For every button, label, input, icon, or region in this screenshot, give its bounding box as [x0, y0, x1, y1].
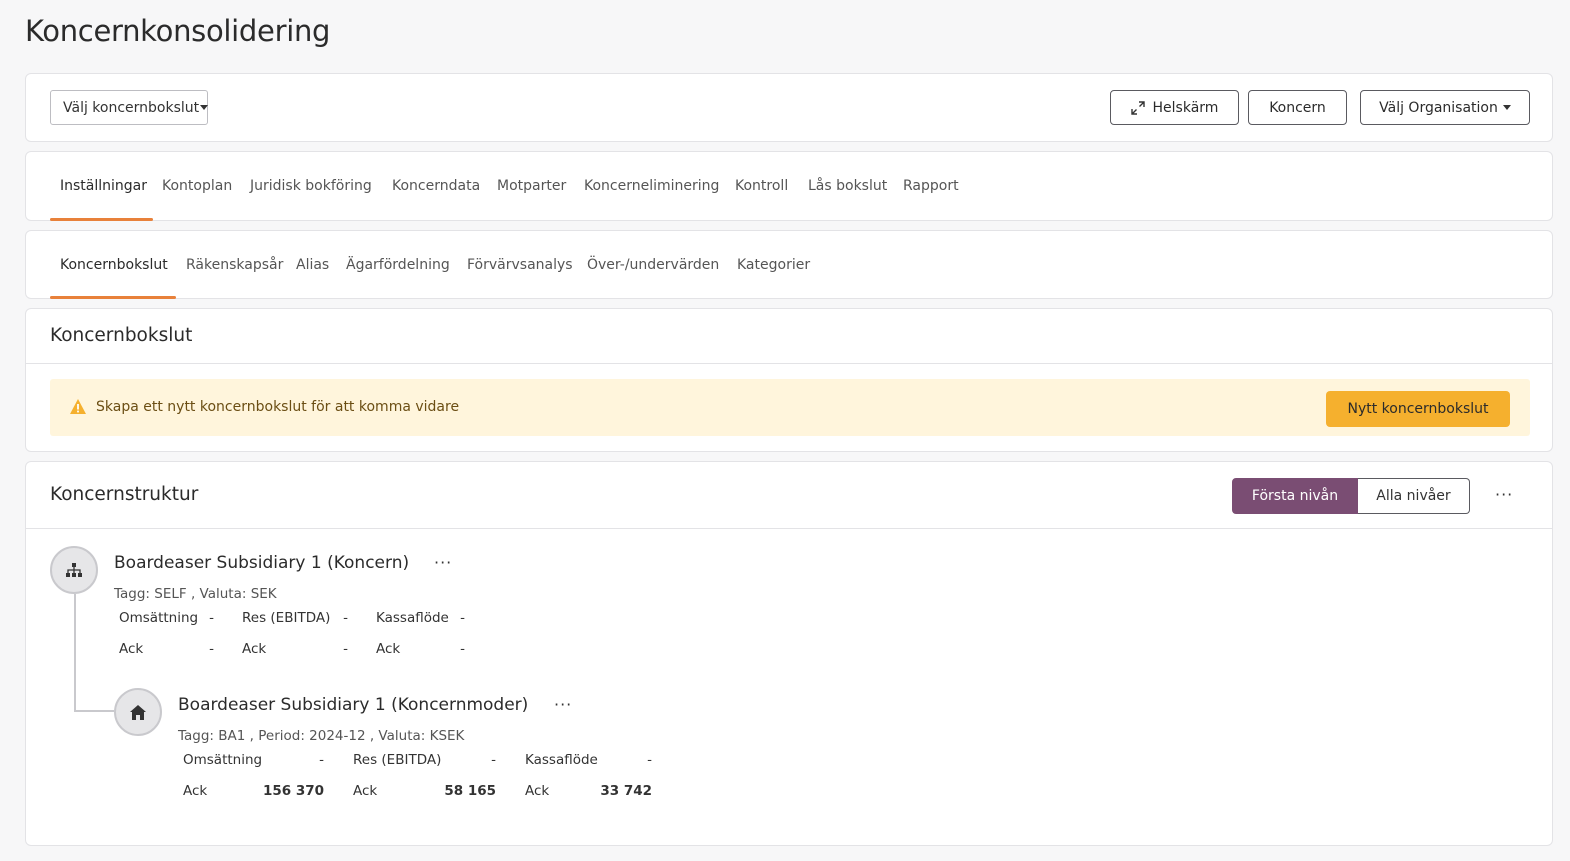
koncernbokslut-select-label: Välj koncernbokslut — [63, 99, 200, 116]
sub-tabs: Koncernbokslut Räkenskapsår Alias Ägarfö… — [25, 230, 1553, 299]
tab-koncerndata[interactable]: Koncerndata — [392, 152, 480, 220]
tab-koncernbokslut[interactable]: Koncernbokslut — [60, 231, 168, 298]
more-options-icon[interactable]: ··· — [1495, 487, 1513, 503]
all-levels-button[interactable]: Alla nivåer — [1358, 478, 1470, 514]
tab-forvarvsanalys[interactable]: Förvärvsanalys — [467, 231, 573, 298]
tab-kontoplan[interactable]: Kontoplan — [162, 152, 232, 220]
tab-over-undervarden[interactable]: Över-/undervärden — [587, 231, 719, 298]
metric-value: - — [209, 610, 214, 626]
tab-kontroll[interactable]: Kontroll — [735, 152, 788, 220]
tab-rapport[interactable]: Rapport — [903, 152, 959, 220]
active-tab-indicator — [50, 218, 153, 221]
koncern-label: Koncern — [1269, 99, 1326, 116]
first-level-button[interactable]: Första nivån — [1232, 478, 1358, 514]
toolbar-card: Välj koncernbokslut Helskärm Koncern Väl… — [25, 73, 1553, 142]
chevron-down-icon — [200, 105, 209, 110]
metric-value: - — [343, 610, 348, 626]
metric-label: Kassaflöde — [525, 752, 598, 768]
select-organisation-label: Välj Organisation — [1379, 99, 1498, 116]
koncernbokslut-card: Koncernbokslut Skapa ett nytt koncernbok… — [25, 308, 1553, 452]
node-name[interactable]: Boardeaser Subsidiary 1 (Koncernmoder) — [178, 695, 528, 715]
warning-icon — [70, 399, 86, 414]
koncern-button[interactable]: Koncern — [1248, 90, 1347, 125]
ack-label: Ack — [183, 783, 208, 799]
main-tabs: Inställningar Kontoplan Juridisk bokföri… — [25, 151, 1553, 221]
metric-label: Omsättning — [119, 610, 199, 626]
new-koncernbokslut-button[interactable]: Nytt koncernbokslut — [1326, 391, 1510, 427]
expand-icon — [1130, 100, 1145, 115]
tree-connector — [74, 594, 76, 712]
metric-value: - — [460, 610, 465, 626]
ack-value: - — [209, 641, 214, 657]
more-options-icon[interactable]: ··· — [554, 697, 572, 713]
koncernbokslut-select[interactable]: Välj koncernbokslut — [50, 90, 209, 125]
metric-value: - — [647, 752, 652, 768]
sitemap-icon — [66, 563, 82, 577]
ack-value: - — [343, 641, 348, 657]
tab-koncerneliminering[interactable]: Koncerneliminering — [584, 152, 719, 220]
ack-label: Ack — [119, 641, 144, 657]
select-organisation-button[interactable]: Välj Organisation — [1360, 90, 1530, 125]
alert-text: Skapa ett nytt koncernbokslut för att ko… — [96, 399, 460, 415]
group-node-icon — [50, 546, 98, 594]
home-icon — [130, 704, 146, 720]
ack-value: 156 370 — [262, 783, 324, 799]
chevron-down-icon — [1502, 105, 1511, 110]
tab-alias[interactable]: Alias — [296, 231, 329, 298]
ack-label: Ack — [376, 641, 401, 657]
node-meta: Tagg: BA1 , Period: 2024-12 , Valuta: KS… — [178, 728, 465, 744]
ack-value: - — [460, 641, 465, 657]
tab-installningar[interactable]: Inställningar — [60, 152, 147, 220]
tab-agarfordelning[interactable]: Ägarfördelning — [346, 231, 450, 298]
ack-label: Ack — [353, 783, 378, 799]
tab-las-bokslut[interactable]: Lås bokslut — [808, 152, 887, 220]
active-tab-indicator — [50, 296, 176, 299]
divider — [26, 528, 1552, 529]
metric-label: Kassaflöde — [376, 610, 449, 626]
tab-motparter[interactable]: Motparter — [497, 152, 566, 220]
fullscreen-button[interactable]: Helskärm — [1110, 90, 1239, 125]
ack-value: 58 165 — [444, 783, 496, 799]
ack-label: Ack — [242, 641, 267, 657]
metric-label: Res (EBITDA) — [353, 752, 442, 768]
warning-alert: Skapa ett nytt koncernbokslut för att ko… — [50, 379, 1530, 436]
ack-value: 33 742 — [600, 783, 652, 799]
ack-label: Ack — [525, 783, 550, 799]
node-name[interactable]: Boardeaser Subsidiary 1 (Koncern) — [114, 553, 409, 573]
tab-juridisk-bokforing[interactable]: Juridisk bokföring — [250, 152, 372, 220]
tab-kategorier[interactable]: Kategorier — [737, 231, 810, 298]
section-title: Koncernstruktur — [50, 484, 199, 505]
koncernstruktur-card: Koncernstruktur Första nivån Alla nivåer… — [25, 461, 1553, 846]
page-title: Koncernkonsolidering — [25, 14, 331, 48]
metric-label: Res (EBITDA) — [242, 610, 331, 626]
fullscreen-label: Helskärm — [1152, 99, 1219, 116]
parent-company-node-icon — [114, 688, 162, 736]
level-toggle: Första nivån Alla nivåer — [1232, 478, 1470, 514]
more-options-icon[interactable]: ··· — [434, 555, 452, 571]
tab-rakenskapsar[interactable]: Räkenskapsår — [186, 231, 283, 298]
metric-value: - — [319, 752, 324, 768]
metric-label: Omsättning — [183, 752, 263, 768]
metric-value: - — [491, 752, 496, 768]
node-meta: Tagg: SELF , Valuta: SEK — [114, 586, 277, 602]
section-title: Koncernbokslut — [50, 325, 193, 346]
divider — [26, 363, 1552, 364]
tree-connector — [74, 710, 114, 712]
